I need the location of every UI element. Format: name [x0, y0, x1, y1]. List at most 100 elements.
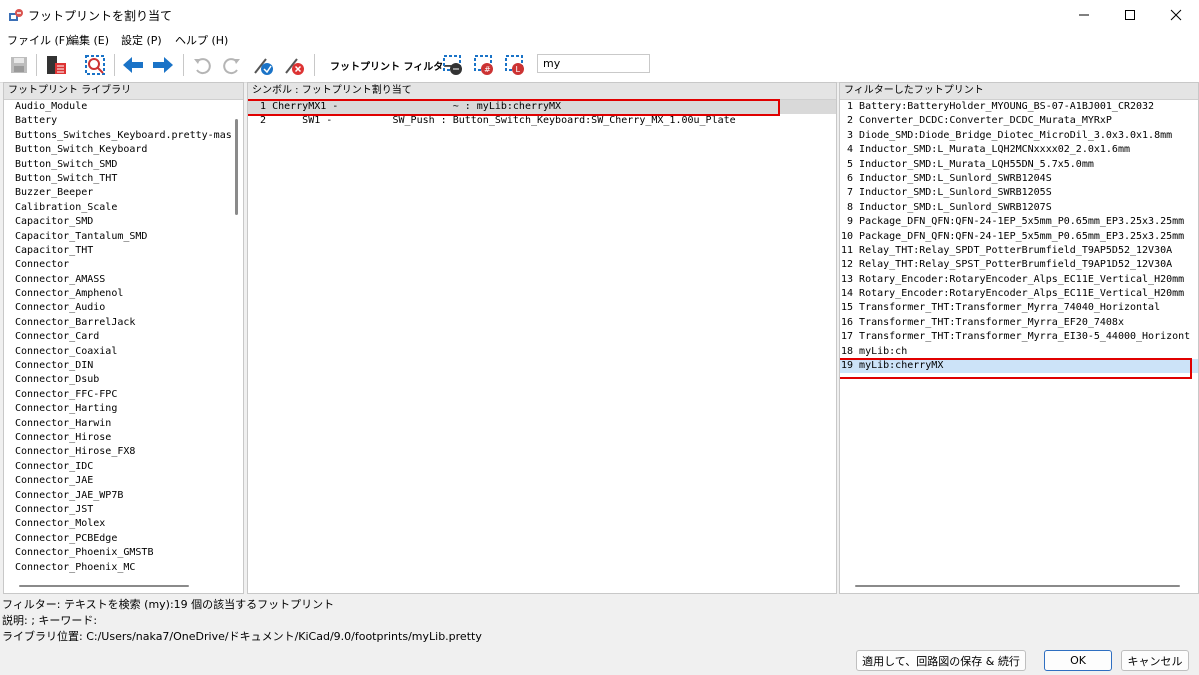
- library-item[interactable]: Battery: [4, 114, 243, 128]
- footprint-item[interactable]: 10 Package_DFN_QFN:QFN-24-1EP_5x5mm_P0.6…: [840, 230, 1198, 244]
- filter-status-text: フィルター: テキストを検索 (my):19 個の該当するフットプリント: [2, 598, 335, 611]
- redo-icon: [223, 58, 240, 75]
- menu-edit[interactable]: 編集 (E): [68, 32, 109, 48]
- window-title: フットプリントを割り当て: [28, 9, 173, 23]
- library-item[interactable]: Connector_AMASS: [4, 273, 243, 287]
- filter-pin-count-icon: #: [474, 55, 493, 75]
- library-item[interactable]: Connector_Card: [4, 330, 243, 344]
- footprint-item[interactable]: 6 Inductor_SMD:L_Sunlord_SWRB1204S: [840, 172, 1198, 186]
- library-item[interactable]: Connector_Phoenix_GMSTB: [4, 546, 243, 560]
- library-item[interactable]: Connector_Dsub: [4, 373, 243, 387]
- undo-button[interactable]: [189, 52, 215, 78]
- delete-all-assignments-button[interactable]: [282, 52, 308, 78]
- symbol-assignment-panel: シンボル : フットプリント割り当て 1 CherryMX1 - ~ : myL…: [247, 82, 837, 594]
- previous-symbol-button[interactable]: [120, 52, 146, 78]
- footprint-filter-label: フットプリント フィルター:: [330, 62, 458, 73]
- library-item[interactable]: Connector_BarrelJack: [4, 316, 243, 330]
- library-item[interactable]: Connector_Harwin: [4, 417, 243, 431]
- library-item[interactable]: Capacitor_Tantalum_SMD: [4, 230, 243, 244]
- save-button[interactable]: [6, 52, 32, 78]
- library-item[interactable]: Connector_Coaxial: [4, 345, 243, 359]
- library-horizontal-scrollbar[interactable]: [19, 585, 189, 587]
- library-item[interactable]: Connector_JAE_WP7B: [4, 489, 243, 503]
- footprint-filter-input[interactable]: [537, 54, 650, 73]
- footprint-item[interactable]: 7 Inductor_SMD:L_Sunlord_SWRB1205S: [840, 186, 1198, 200]
- cancel-button[interactable]: キャンセル: [1121, 650, 1189, 671]
- menu-settings[interactable]: 設定 (P): [121, 32, 162, 48]
- menu-help[interactable]: ヘルプ (H): [175, 32, 228, 48]
- footprint-item[interactable]: 12 Relay_THT:Relay_SPST_PotterBrumfield_…: [840, 258, 1198, 272]
- library-table-button[interactable]: [43, 52, 69, 78]
- footprint-item[interactable]: 5 Inductor_SMD:L_Murata_LQH55DN_5.7x5.0m…: [840, 158, 1198, 172]
- undo-icon: [194, 58, 211, 75]
- library-panel-header: フットプリント ライブラリ: [4, 83, 243, 100]
- library-item[interactable]: Connector_Hirose_FX8: [4, 445, 243, 459]
- filtered-footprints-panel: フィルターしたフットプリント 1 Battery:BatteryHolder_M…: [839, 82, 1199, 594]
- auto-assign-button[interactable]: [251, 52, 277, 78]
- footprint-item[interactable]: 13 Rotary_Encoder:RotaryEncoder_Alps_EC1…: [840, 273, 1198, 287]
- view-footprint-button[interactable]: [82, 52, 108, 78]
- library-item[interactable]: Capacitor_SMD: [4, 215, 243, 229]
- arrow-left-icon: [123, 57, 143, 73]
- footprint-item[interactable]: 3 Diode_SMD:Diode_Bridge_Diotec_MicroDil…: [840, 129, 1198, 143]
- footprint-item[interactable]: 19 myLib:cherryMX: [840, 359, 1198, 374]
- library-item[interactable]: Connector_Hirose: [4, 431, 243, 445]
- library-item[interactable]: Connector_IDC: [4, 460, 243, 474]
- library-vertical-scrollbar[interactable]: [235, 119, 238, 215]
- footprint-item[interactable]: 18 myLib:ch: [840, 345, 1198, 359]
- symbol-row[interactable]: 1 CherryMX1 - ~ : myLib:cherryMX: [248, 100, 836, 115]
- redo-button[interactable]: [219, 52, 245, 78]
- apply-save-continue-button[interactable]: 適用して、回路図の保存 & 続行: [856, 650, 1026, 671]
- symbol-row[interactable]: 2 SW1 - SW_Push : Button_Switch_Keyboard…: [248, 114, 836, 128]
- library-item[interactable]: Buzzer_Beeper: [4, 186, 243, 200]
- minimize-button[interactable]: [1061, 0, 1107, 30]
- kicad-app-icon: [9, 9, 23, 21]
- footprint-item[interactable]: 11 Relay_THT:Relay_SPDT_PotterBrumfield_…: [840, 244, 1198, 258]
- filter-by-keywords-button[interactable]: [440, 52, 466, 78]
- footprint-item[interactable]: 15 Transformer_THT:Transformer_Myrra_740…: [840, 301, 1198, 315]
- footprint-item[interactable]: 8 Inductor_SMD:L_Sunlord_SWRB1207S: [840, 201, 1198, 215]
- next-symbol-button[interactable]: [150, 52, 176, 78]
- filter-keywords-icon: [443, 55, 462, 75]
- library-item[interactable]: Connector_FFC-FPC: [4, 388, 243, 402]
- footprint-horizontal-scrollbar[interactable]: [855, 585, 1180, 587]
- auto-assign-icon: [254, 58, 273, 75]
- footprint-item[interactable]: 2 Converter_DCDC:Converter_DCDC_Murata_M…: [840, 114, 1198, 128]
- footprint-item[interactable]: 17 Transformer_THT:Transformer_Myrra_EI3…: [840, 330, 1198, 344]
- library-item[interactable]: Button_Switch_THT: [4, 172, 243, 186]
- filter-library-icon: L: [505, 55, 524, 75]
- description-status-text: 説明: ; キーワード:: [2, 614, 98, 627]
- filter-by-library-button[interactable]: L: [502, 52, 528, 78]
- library-list: Audio_Module Battery Buttons_Switches_Keyb…: [4, 100, 243, 575]
- footprint-item[interactable]: 16 Transformer_THT:Transformer_Myrra_EF2…: [840, 316, 1198, 330]
- library-item[interactable]: Button_Switch_SMD: [4, 158, 243, 172]
- footprint-item[interactable]: 14 Rotary_Encoder:RotaryEncoder_Alps_EC1…: [840, 287, 1198, 301]
- menu-file[interactable]: ファイル (F): [7, 32, 69, 48]
- library-item[interactable]: Connector_Amphenol: [4, 287, 243, 301]
- svg-text:#: #: [484, 65, 491, 74]
- footprint-item[interactable]: 4 Inductor_SMD:L_Murata_LQH2MCNxxxx02_2.…: [840, 143, 1198, 157]
- library-item[interactable]: Connector_Harting: [4, 402, 243, 416]
- library-item[interactable]: Connector_DIN: [4, 359, 243, 373]
- filter-by-pin-count-button[interactable]: #: [471, 52, 497, 78]
- library-item[interactable]: Connector_Phoenix_MC: [4, 561, 243, 575]
- footprint-item[interactable]: 9 Package_DFN_QFN:QFN-24-1EP_5x5mm_P0.65…: [840, 215, 1198, 229]
- library-path-status-text: ライブラリ位置: C:/Users/naka7/OneDrive/ドキュメント/…: [2, 630, 482, 643]
- library-item[interactable]: Audio_Module: [4, 100, 243, 114]
- library-item[interactable]: Button_Switch_Keyboard: [4, 143, 243, 157]
- library-item[interactable]: Connector_JAE: [4, 474, 243, 488]
- library-item[interactable]: Capacitor_THT: [4, 244, 243, 258]
- library-item[interactable]: Connector_PCBEdge: [4, 532, 243, 546]
- ok-button[interactable]: OK: [1044, 650, 1112, 671]
- title-bar: フットプリントを割り当て: [0, 0, 1199, 30]
- footprint-item[interactable]: 1 Battery:BatteryHolder_MYOUNG_BS-07-A1B…: [840, 100, 1198, 114]
- library-item[interactable]: Calibration_Scale: [4, 201, 243, 215]
- library-item[interactable]: Connector_Audio: [4, 301, 243, 315]
- maximize-button[interactable]: [1107, 0, 1153, 30]
- close-button[interactable]: [1153, 0, 1199, 30]
- library-item[interactable]: Connector: [4, 258, 243, 272]
- minimize-icon: [1079, 14, 1089, 16]
- library-item[interactable]: Connector_Molex: [4, 517, 243, 531]
- library-item[interactable]: Buttons_Switches_Keyboard.pretty-mas: [4, 129, 243, 143]
- library-item[interactable]: Connector_JST: [4, 503, 243, 517]
